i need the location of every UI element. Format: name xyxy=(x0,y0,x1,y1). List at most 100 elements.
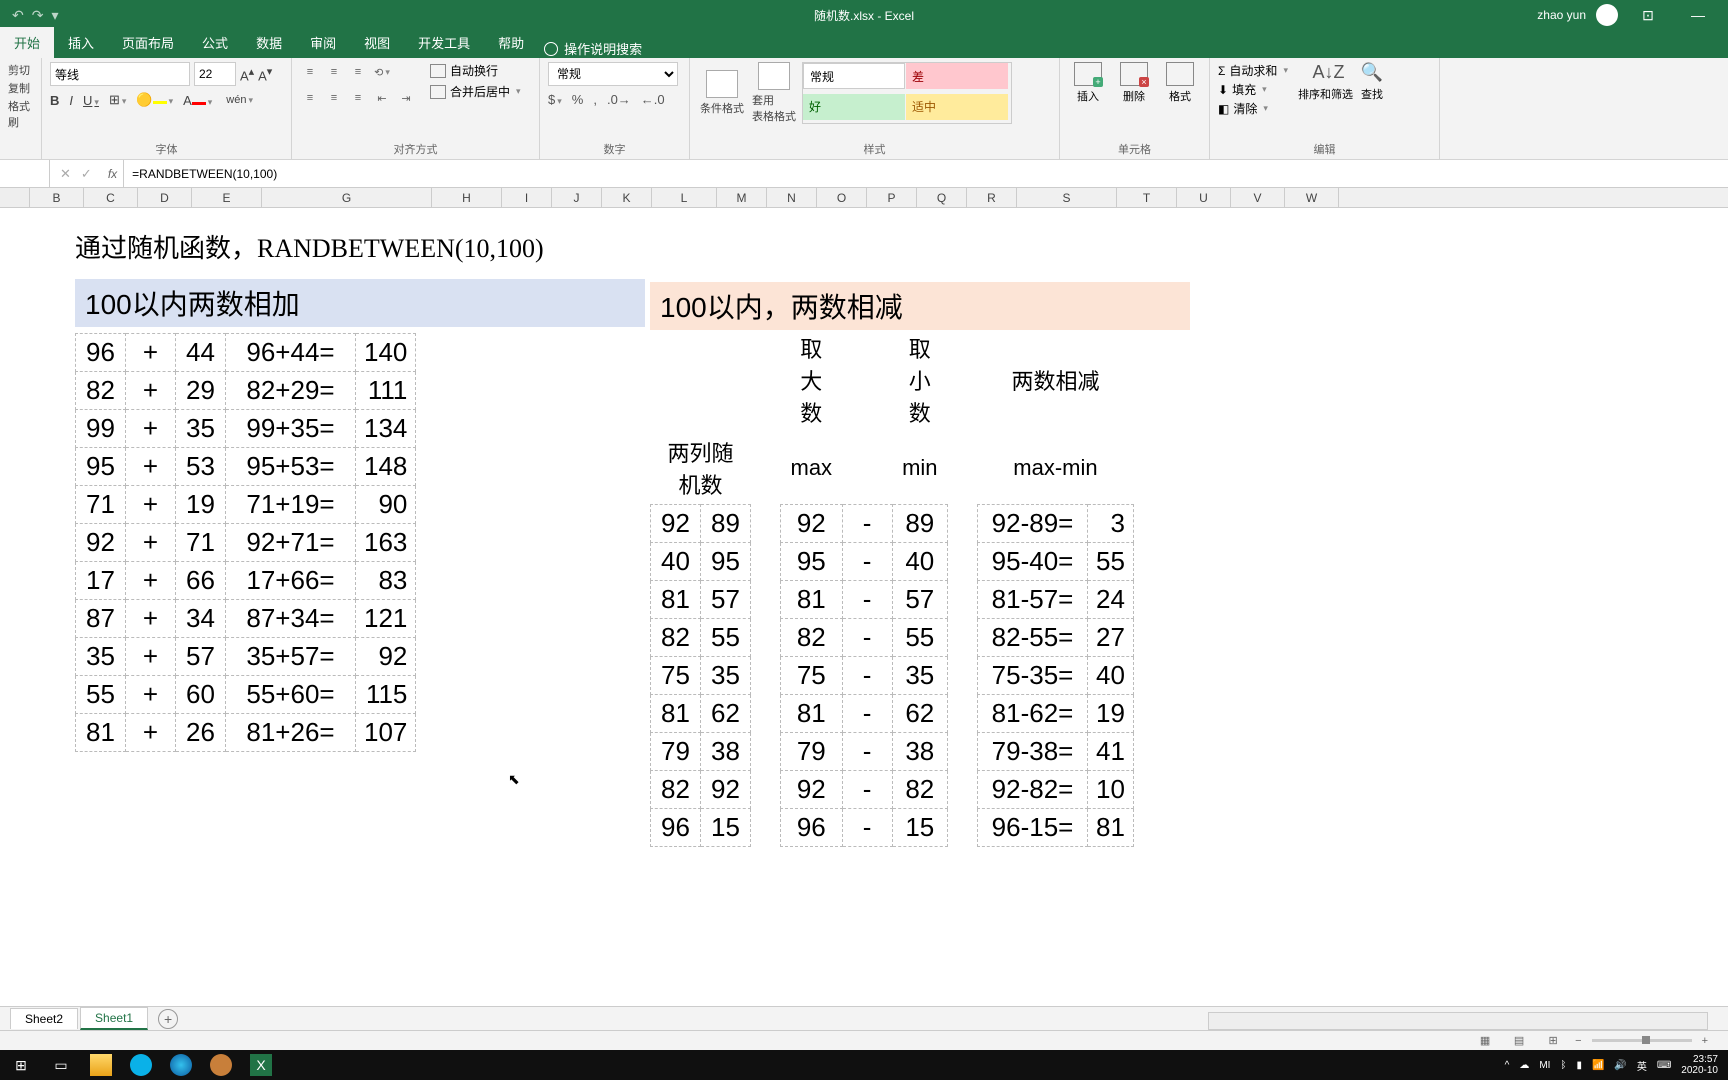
app-icon[interactable] xyxy=(210,1054,232,1076)
align-bottom-icon[interactable]: ≡ xyxy=(348,62,368,82)
style-good[interactable]: 好 xyxy=(803,94,905,120)
clock-time[interactable]: 23:57 xyxy=(1681,1054,1718,1065)
horizontal-scrollbar[interactable] xyxy=(1208,1012,1708,1030)
insert-cells-button[interactable]: 插入 xyxy=(1068,62,1108,104)
number-format-select[interactable]: 常规 xyxy=(548,62,678,86)
col-header-I[interactable]: I xyxy=(502,188,552,207)
col-header-H[interactable]: H xyxy=(432,188,502,207)
sheet-tab-sheet2[interactable]: Sheet2 xyxy=(10,1008,78,1029)
keyboard-icon[interactable]: ⌨ xyxy=(1657,1060,1671,1071)
orientation-icon[interactable]: ⟲ xyxy=(372,62,392,82)
view-normal-icon[interactable]: ▦ xyxy=(1473,1034,1497,1047)
col-header-R[interactable]: R xyxy=(967,188,1017,207)
align-left-icon[interactable]: ≡ xyxy=(300,88,320,108)
dec-decimal-icon[interactable]: ←.0 xyxy=(641,92,665,107)
style-bad[interactable]: 差 xyxy=(906,63,1008,89)
tab-home[interactable]: 开始 xyxy=(0,27,54,58)
explorer-icon[interactable] xyxy=(90,1054,112,1076)
bluetooth-icon[interactable]: ᛒ xyxy=(1560,1060,1566,1071)
italic-button[interactable]: I xyxy=(69,93,73,108)
worksheet-grid[interactable]: 通过随机函数，RANDBETWEEN(10,100) 100以内两数相加 100… xyxy=(0,208,1728,788)
cell-styles-gallery[interactable]: 常规 差 好 适中 xyxy=(802,62,1012,124)
tab-layout[interactable]: 页面布局 xyxy=(108,27,188,58)
formula-input[interactable]: =RANDBETWEEN(10,100) xyxy=(124,167,1728,181)
autosum-button[interactable]: Σ自动求和 xyxy=(1218,62,1288,79)
merge-button[interactable]: 合并后居中 xyxy=(430,83,521,100)
format-cells-button[interactable]: 格式 xyxy=(1160,62,1200,104)
conditional-format-button[interactable]: 条件格式 xyxy=(698,62,746,124)
col-header-B[interactable]: B xyxy=(30,188,84,207)
font-color-button[interactable]: A xyxy=(183,93,212,108)
col-header-O[interactable]: O xyxy=(817,188,867,207)
view-page-icon[interactable]: ▤ xyxy=(1507,1034,1531,1047)
wifi-icon[interactable]: 📶 xyxy=(1592,1060,1604,1071)
wrap-text-button[interactable]: 自动换行 xyxy=(430,62,521,79)
tab-formula[interactable]: 公式 xyxy=(188,27,242,58)
col-header-K[interactable]: K xyxy=(602,188,652,207)
task-view-icon[interactable]: ▭ xyxy=(50,1054,72,1076)
fill-button[interactable]: ⬇填充 xyxy=(1218,81,1288,98)
ribbon-options-icon[interactable]: ⊡ xyxy=(1628,7,1668,24)
ime-indicator[interactable]: 英 xyxy=(1637,1058,1647,1073)
align-top-icon[interactable]: ≡ xyxy=(300,62,320,82)
align-middle-icon[interactable]: ≡ xyxy=(324,62,344,82)
undo-icon[interactable]: ↶ xyxy=(12,7,24,24)
col-header-S[interactable]: S xyxy=(1017,188,1117,207)
minimize-icon[interactable]: — xyxy=(1678,7,1718,23)
comma-icon[interactable]: , xyxy=(593,92,597,107)
col-header-E[interactable]: E xyxy=(192,188,262,207)
cancel-icon[interactable]: ✕ xyxy=(60,166,71,182)
zoom-slider[interactable] xyxy=(1592,1039,1692,1042)
tab-view[interactable]: 视图 xyxy=(350,27,404,58)
painter-button[interactable]: 格式刷 xyxy=(8,98,33,130)
view-break-icon[interactable]: ⊞ xyxy=(1541,1034,1565,1047)
percent-icon[interactable]: % xyxy=(572,92,584,107)
clear-button[interactable]: ◧清除 xyxy=(1218,100,1288,117)
tray-up-icon[interactable]: ^ xyxy=(1505,1060,1510,1071)
redo-icon[interactable]: ↷ xyxy=(32,7,44,24)
indent-inc-icon[interactable]: ⇥ xyxy=(396,88,416,108)
battery-icon[interactable]: ▮ xyxy=(1576,1060,1582,1071)
fx-icon[interactable]: fx xyxy=(102,160,124,187)
sheet-tab-sheet1[interactable]: Sheet1 xyxy=(80,1007,148,1030)
style-neutral[interactable]: 适中 xyxy=(906,94,1008,120)
zoom-out-icon[interactable]: − xyxy=(1575,1035,1581,1047)
fill-color-button[interactable]: 🟡 xyxy=(136,92,173,108)
copy-button[interactable]: 复制 xyxy=(8,80,33,96)
start-button[interactable]: ⊞ xyxy=(10,1054,32,1076)
tab-help[interactable]: 帮助 xyxy=(484,27,538,58)
col-header-T[interactable]: T xyxy=(1117,188,1177,207)
table-format-button[interactable]: 套用 表格格式 xyxy=(750,62,798,124)
col-header-P[interactable]: P xyxy=(867,188,917,207)
tab-data[interactable]: 数据 xyxy=(242,27,296,58)
col-header-M[interactable]: M xyxy=(717,188,767,207)
underline-button[interactable]: U xyxy=(83,93,99,108)
find-button[interactable]: 🔍查找 xyxy=(1359,62,1385,117)
qat-more-icon[interactable]: ▾ xyxy=(51,7,58,24)
align-right-icon[interactable]: ≡ xyxy=(348,88,368,108)
enter-icon[interactable]: ✓ xyxy=(81,166,92,182)
col-header-G[interactable]: G xyxy=(262,188,432,207)
decrease-font-icon[interactable]: A▾ xyxy=(258,65,272,83)
font-size-select[interactable] xyxy=(194,62,236,86)
phonetic-button[interactable]: wén xyxy=(222,92,257,108)
edge-icon[interactable] xyxy=(170,1054,192,1076)
tab-insert[interactable]: 插入 xyxy=(54,27,108,58)
cut-button[interactable]: 剪切 xyxy=(8,62,33,78)
col-header-Q[interactable]: Q xyxy=(917,188,967,207)
col-header-C[interactable]: C xyxy=(84,188,138,207)
volume-icon[interactable]: 🔊 xyxy=(1614,1060,1626,1071)
col-header-J[interactable]: J xyxy=(552,188,602,207)
sort-filter-button[interactable]: A↓Z排序和筛选 xyxy=(1298,62,1353,117)
currency-icon[interactable]: $ xyxy=(548,92,562,107)
col-header-W[interactable]: W xyxy=(1285,188,1339,207)
select-all-corner[interactable] xyxy=(0,188,30,207)
col-header-D[interactable]: D xyxy=(138,188,192,207)
inc-decimal-icon[interactable]: .0→ xyxy=(607,92,631,107)
tab-dev[interactable]: 开发工具 xyxy=(404,27,484,58)
cloud-icon[interactable]: ☁ xyxy=(1519,1060,1529,1071)
col-header-N[interactable]: N xyxy=(767,188,817,207)
indent-dec-icon[interactable]: ⇤ xyxy=(372,88,392,108)
name-box[interactable] xyxy=(0,160,50,187)
mi-icon[interactable]: MI xyxy=(1539,1060,1550,1071)
